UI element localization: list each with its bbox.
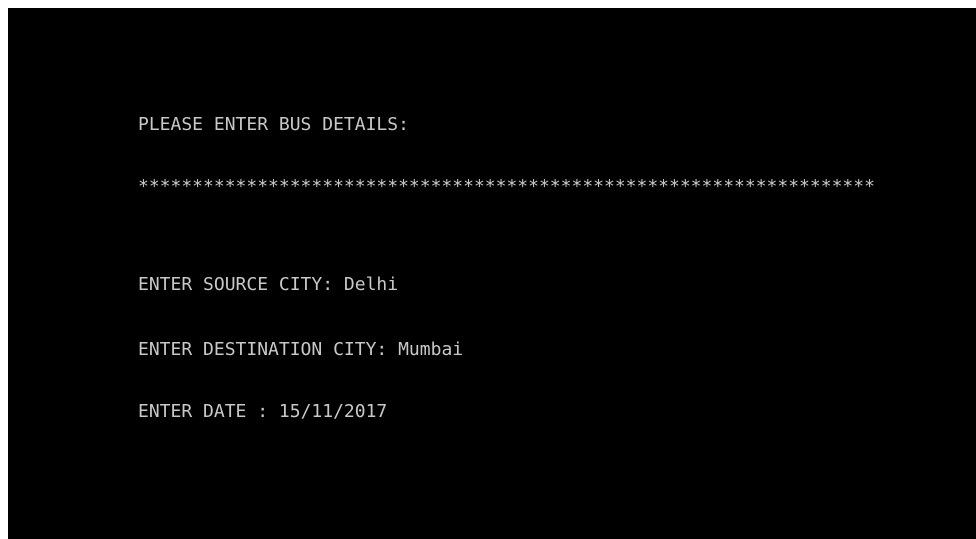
source-city-line: ENTER SOURCE CITY: Delhi (138, 274, 398, 296)
destination-city-label: ENTER DESTINATION CITY: (138, 339, 399, 360)
source-city-value[interactable]: Delhi (344, 274, 398, 295)
console-window[interactable]: PLEASE ENTER BUS DETAILS: **************… (8, 8, 976, 539)
bus-details-heading: PLEASE ENTER BUS DETAILS: (138, 114, 409, 135)
separator-line: ****************************************… (138, 176, 875, 197)
date-value[interactable]: 15/11/2017 (279, 401, 387, 422)
source-city-label: ENTER SOURCE CITY: (138, 274, 344, 295)
screenshot-frame: PLEASE ENTER BUS DETAILS: **************… (0, 0, 976, 539)
date-line: ENTER DATE : 15/11/2017 (138, 401, 387, 423)
destination-city-value[interactable]: Mumbai (398, 339, 463, 360)
date-label: ENTER DATE : (138, 401, 279, 422)
destination-city-line: ENTER DESTINATION CITY: Mumbai (138, 339, 463, 361)
